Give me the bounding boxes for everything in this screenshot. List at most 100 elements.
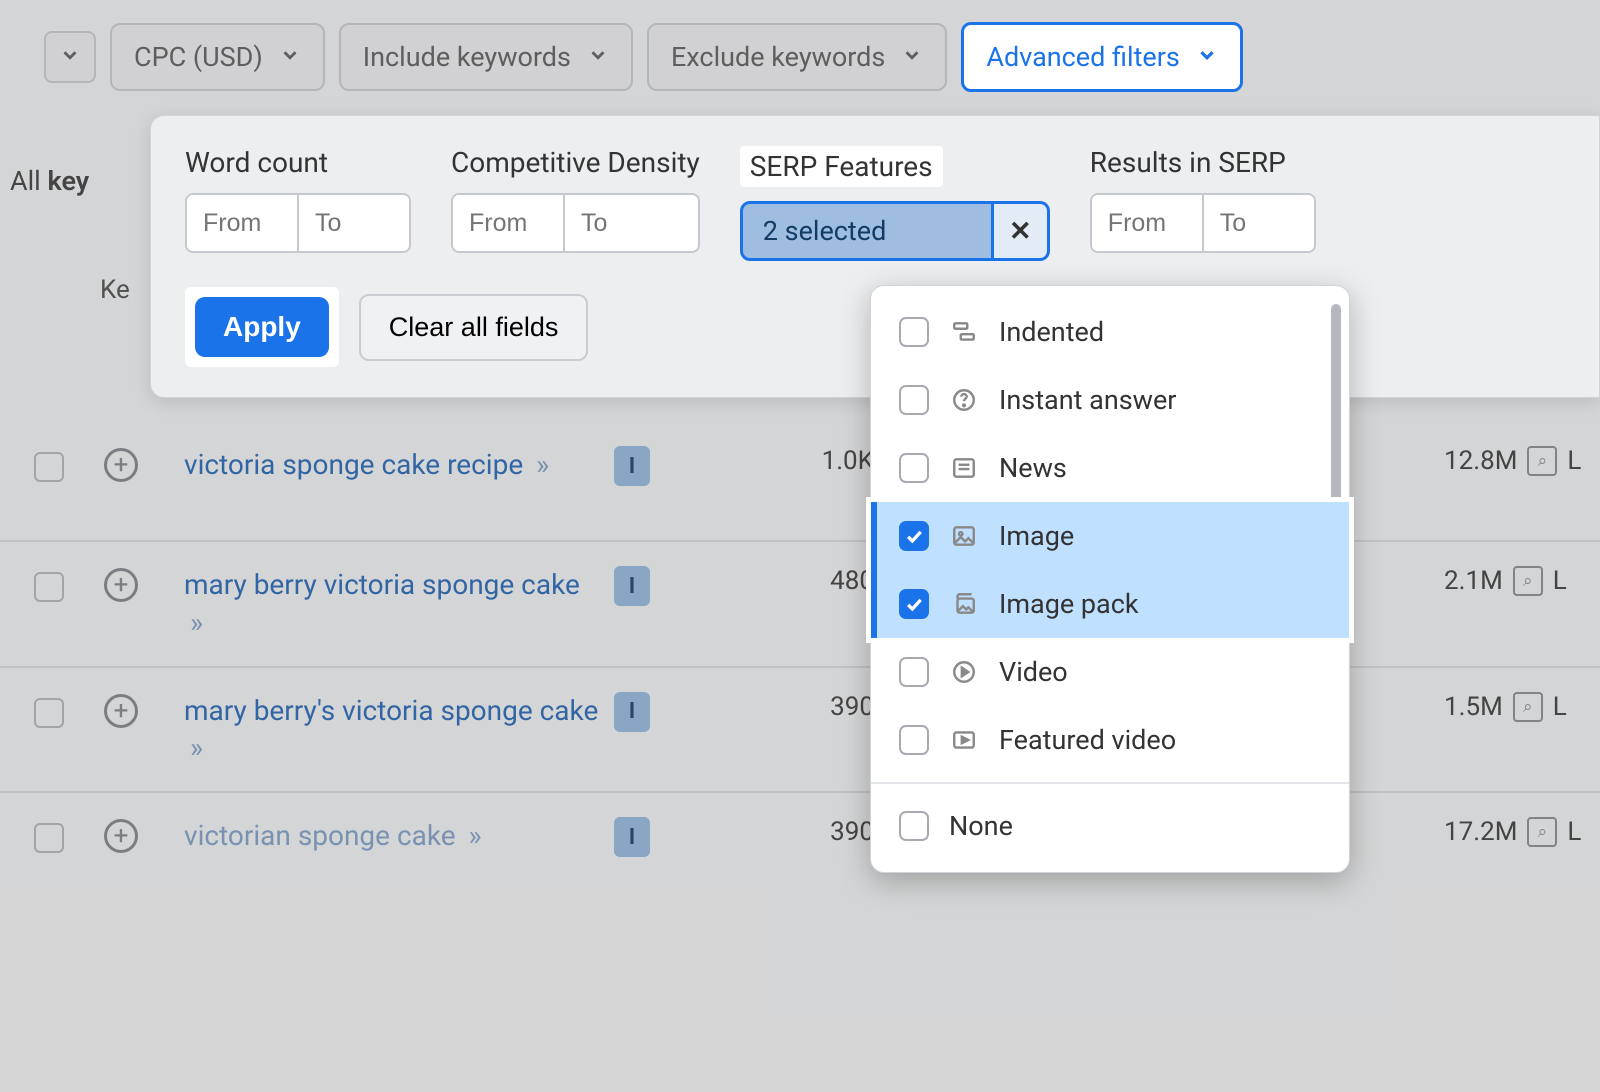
serp-features-label: SERP Features [740, 146, 943, 187]
expand-row-button[interactable]: + [104, 568, 138, 602]
exclude-keywords-label: Exclude keywords [671, 41, 885, 73]
serp-preview-icon[interactable]: ⌕ [1513, 566, 1543, 596]
intent-badge: I [614, 692, 650, 732]
checkbox-checked[interactable] [899, 521, 929, 551]
table-row: + victoria sponge cake recipe » I 1.0K 5… [0, 430, 1600, 540]
serp-option-label: Image [999, 520, 1074, 552]
serp-option-none-label: None [949, 810, 1013, 842]
exclude-keywords-chip[interactable]: Exclude keywords [647, 23, 947, 91]
dropdown-scrollbar[interactable] [1331, 304, 1341, 524]
word-count-filter: Word count [185, 146, 411, 261]
serp-option-news[interactable]: News [871, 434, 1349, 502]
chevron-right-icon: » [469, 819, 482, 852]
trail-letter: L [1553, 692, 1567, 722]
apply-button[interactable]: Apply [195, 297, 329, 357]
serp-option-featured-video[interactable]: Featured video [871, 706, 1349, 774]
serp-option-indented[interactable]: Indented [871, 298, 1349, 366]
prev-filter-chevron[interactable] [44, 31, 96, 83]
chevron-right-icon: » [536, 448, 549, 481]
results-cell: 17.2M [1444, 817, 1517, 847]
row-checkbox[interactable] [34, 452, 64, 482]
serp-option-image-pack[interactable]: Image pack [871, 570, 1349, 638]
serp-option-label: Featured video [999, 724, 1176, 756]
serp-preview-icon[interactable]: ⌕ [1513, 692, 1543, 722]
serp-option-label: Image pack [999, 588, 1139, 620]
row-checkbox[interactable] [34, 823, 64, 853]
results-to-input[interactable] [1204, 195, 1314, 251]
keyword-link[interactable]: mary berry victoria sponge cake » [184, 566, 604, 642]
word-count-to-input[interactable] [299, 195, 409, 251]
keyword-link[interactable]: victoria sponge cake recipe » [184, 446, 604, 484]
all-label-bold: key [47, 165, 89, 197]
news-icon [949, 453, 979, 483]
featured-video-icon [949, 725, 979, 755]
word-count-range [185, 193, 411, 253]
expand-row-button[interactable]: + [104, 819, 138, 853]
serp-option-none[interactable]: None [871, 792, 1349, 860]
serp-option-label: Video [999, 656, 1068, 688]
competitive-density-filter: Competitive Density [451, 146, 700, 261]
serp-option-label: Instant answer [999, 384, 1176, 416]
keyword-link[interactable]: mary berry's victoria sponge cake » [184, 692, 604, 768]
serp-selected-text: 2 selected [763, 215, 887, 247]
serp-preview-icon[interactable]: ⌕ [1527, 446, 1557, 476]
cpc-filter-chip[interactable]: CPC (USD) [110, 23, 325, 91]
checkbox-unchecked[interactable] [899, 453, 929, 483]
chevron-down-icon [587, 41, 609, 73]
advanced-filters-label: Advanced filters [986, 41, 1179, 73]
image-icon [949, 521, 979, 551]
results-from-input[interactable] [1092, 195, 1202, 251]
chevron-down-icon [1196, 41, 1218, 73]
serp-features-clear-button[interactable]: ✕ [994, 201, 1050, 261]
intent-badge: I [614, 446, 650, 486]
chevron-down-icon [901, 41, 923, 73]
close-icon: ✕ [1009, 215, 1032, 247]
checkbox-unchecked[interactable] [899, 811, 929, 841]
competitive-density-to-input[interactable] [565, 195, 675, 251]
dropdown-divider [871, 782, 1349, 784]
serp-option-image[interactable]: Image [871, 502, 1349, 570]
results-in-serp-range [1090, 193, 1316, 253]
video-icon [949, 657, 979, 687]
word-count-from-input[interactable] [187, 195, 297, 251]
chevron-down-icon [59, 41, 81, 73]
include-keywords-chip[interactable]: Include keywords [339, 23, 633, 91]
checkbox-unchecked[interactable] [899, 725, 929, 755]
advanced-filters-chip[interactable]: Advanced filters [961, 22, 1242, 92]
all-keywords-tab[interactable]: All key [10, 165, 89, 197]
serp-option-label: News [999, 452, 1067, 484]
word-count-label: Word count [185, 146, 411, 179]
expand-row-button[interactable]: + [104, 448, 138, 482]
table-row: + mary berry victoria sponge cake » I 48… [0, 540, 1600, 666]
trail-letter: L [1567, 446, 1581, 476]
expand-row-button[interactable]: + [104, 694, 138, 728]
serp-option-video[interactable]: Video [871, 638, 1349, 706]
results-cell: 2.1M [1444, 566, 1503, 596]
row-checkbox[interactable] [34, 572, 64, 602]
serp-option-label: Indented [999, 316, 1104, 348]
serp-features-dropdown: Indented Instant answer News Image Image… [870, 285, 1350, 873]
intent-badge: I [614, 817, 650, 857]
serp-option-instant-answer[interactable]: Instant answer [871, 366, 1349, 434]
competitive-density-from-input[interactable] [453, 195, 563, 251]
checkbox-unchecked[interactable] [899, 385, 929, 415]
serp-preview-icon[interactable]: ⌕ [1527, 817, 1557, 847]
table-row: + victorian sponge cake » I 390 54 0.23 … [0, 791, 1600, 901]
checkbox-checked[interactable] [899, 589, 929, 619]
table-row: + mary berry's victoria sponge cake » I … [0, 666, 1600, 792]
results-cell: 12.8M [1444, 446, 1517, 476]
results-in-serp-label: Results in SERP [1090, 146, 1316, 179]
checkbox-unchecked[interactable] [899, 657, 929, 687]
chevron-right-icon: » [190, 606, 203, 639]
checkbox-unchecked[interactable] [899, 317, 929, 347]
keyword-text: victorian sponge cake [184, 819, 456, 852]
include-keywords-label: Include keywords [363, 41, 571, 73]
clear-all-fields-button[interactable]: Clear all fields [359, 294, 589, 361]
all-label-prefix: All [10, 165, 47, 197]
chevron-right-icon: » [190, 731, 203, 764]
row-checkbox[interactable] [34, 698, 64, 728]
intent-badge: I [614, 566, 650, 606]
serp-features-filter: SERP Features 2 selected ✕ [740, 146, 1050, 261]
serp-features-selected[interactable]: 2 selected [740, 201, 994, 261]
keyword-link[interactable]: victorian sponge cake » [184, 817, 604, 855]
